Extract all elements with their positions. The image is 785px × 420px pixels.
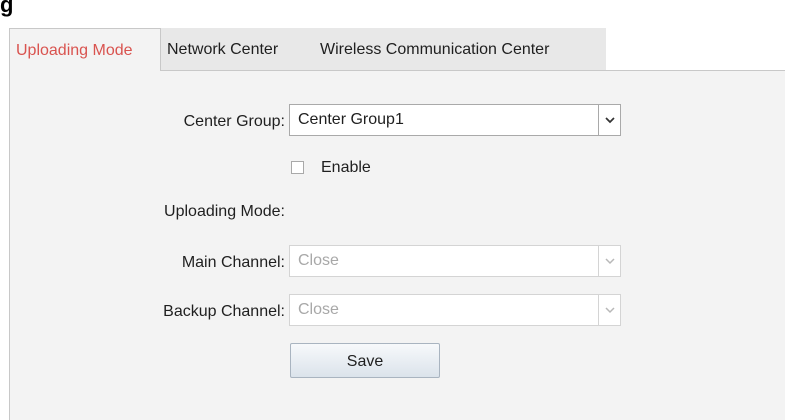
save-button[interactable]: Save — [290, 343, 440, 378]
center-group-value: Center Group1 — [298, 111, 404, 128]
tab-uploading-mode[interactable]: Uploading Mode — [9, 28, 161, 71]
backup-channel-value: Close — [298, 301, 339, 318]
tab-network-center[interactable]: Network Center — [161, 28, 314, 71]
tab-wireless-communication-center[interactable]: Wireless Communication Center — [314, 28, 606, 71]
cropped-heading-fragment: g — [0, 0, 14, 17]
center-group-label: Center Group: — [183, 113, 285, 130]
backup-channel-select: Close — [289, 294, 621, 326]
uploading-mode-label: Uploading Mode: — [164, 203, 285, 220]
chevron-down-icon-graphic — [605, 117, 615, 124]
tab-label: Network Center — [167, 41, 279, 58]
tab-bar-spacer — [606, 28, 785, 71]
center-group-select[interactable]: Center Group1 — [289, 104, 621, 136]
chevron-down-icon[interactable] — [598, 105, 620, 135]
main-channel-label: Main Channel: — [181, 254, 285, 271]
tab-label: Wireless Communication Center — [320, 41, 550, 58]
enable-label: Enable — [321, 159, 371, 176]
chevron-down-icon-graphic — [605, 307, 615, 314]
main-channel-select: Close — [289, 245, 621, 277]
uploading-mode-panel: Center Group: Center Group1 Enable Uploa… — [9, 70, 785, 420]
tab-label: Uploading Mode — [16, 42, 133, 59]
chevron-down-icon — [598, 295, 620, 325]
chevron-down-icon — [598, 246, 620, 276]
enable-checkbox[interactable] — [291, 161, 304, 174]
chevron-down-icon-graphic — [605, 258, 615, 265]
top-cropped-area: g — [0, 0, 785, 26]
main-channel-value: Close — [298, 252, 339, 269]
tab-bar: Uploading Mode Network Center Wireless C… — [9, 28, 785, 71]
backup-channel-label: Backup Channel: — [163, 303, 285, 320]
